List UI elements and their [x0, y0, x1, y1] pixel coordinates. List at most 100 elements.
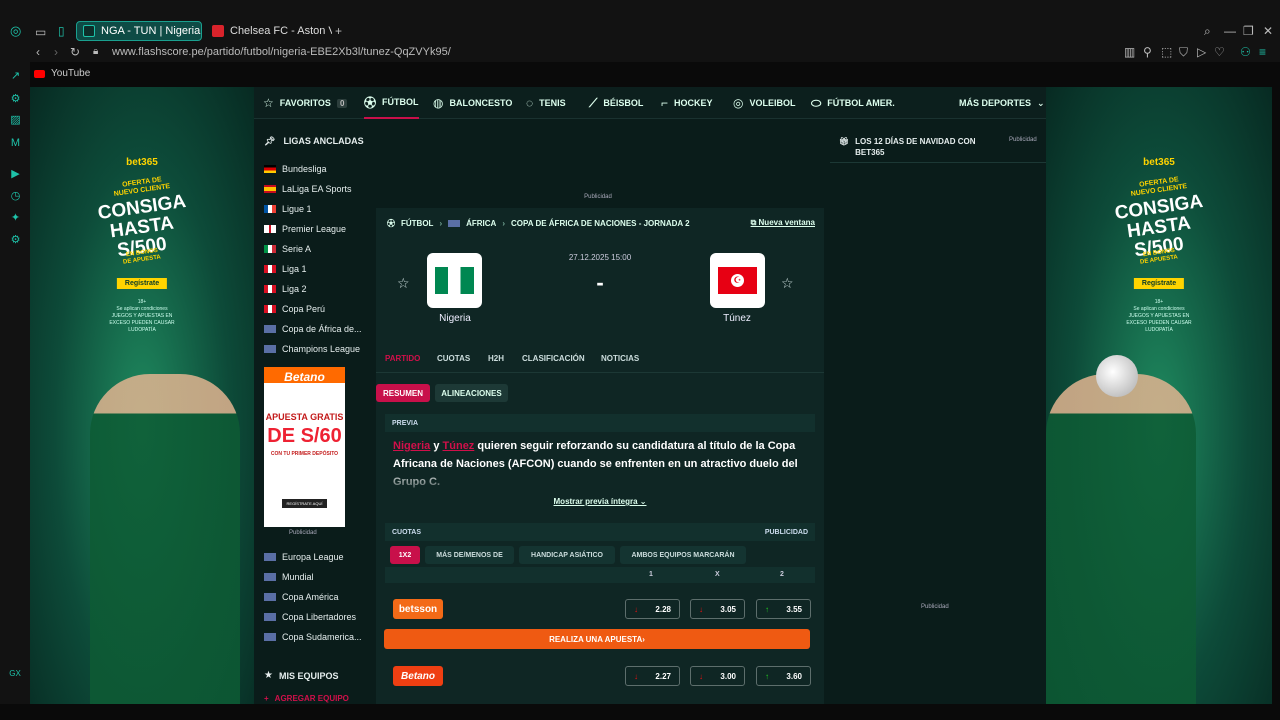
tab-cuotas[interactable]: CUOTAS [437, 354, 470, 363]
league-ligue-1[interactable]: Ligue 1 [264, 204, 312, 214]
odd-button[interactable]: ↓ 2.28 [625, 599, 680, 619]
nav-voleibol[interactable]: ◎ VOLEIBOL [733, 87, 796, 119]
odd-button[interactable]: ↑ 3.55 [756, 599, 811, 619]
nigeria-link[interactable]: Nigeria [393, 440, 430, 452]
nueva-ventana-link[interactable]: ⧉ Nueva ventana [751, 218, 815, 228]
restore-icon[interactable]: ❐ [1243, 25, 1254, 37]
history-icon[interactable]: ◷ [9, 190, 22, 203]
search-icon[interactable]: ⌕ [1204, 25, 1211, 37]
mostrar-previa-link[interactable]: Mostrar previa íntegra ⌄ [376, 497, 824, 506]
reader-icon[interactable]: ▥ [1124, 46, 1135, 58]
tab-workspace-icon[interactable]: ▭ [35, 26, 46, 38]
crumb-africa[interactable]: ÁFRICA [466, 219, 496, 228]
realiza-apuesta-button[interactable]: REALIZA UNA APUESTA › [384, 629, 810, 649]
league-copa-peru[interactable]: Copa Perú [264, 304, 325, 314]
settings-icon[interactable]: ⚙ [9, 234, 22, 247]
gx-cleaner-icon[interactable]: ▨ [9, 114, 22, 127]
register-button[interactable]: Regístrate [1133, 278, 1185, 289]
league-premier-league[interactable]: Premier League [264, 224, 346, 234]
tunez-logo[interactable]: ☪ [710, 253, 765, 308]
heart-icon[interactable]: ♡ [1214, 46, 1225, 58]
pin-icon[interactable]: ⚲ [1143, 46, 1152, 58]
league-label: Liga 2 [282, 284, 307, 294]
nav-mas-deportes[interactable]: MÁS DEPORTES ⌄ [959, 87, 1045, 119]
nav-baloncesto[interactable]: ◍ BALONCESTO [433, 87, 512, 119]
agregar-equipo-link[interactable]: + AGREGAR EQUIPO [264, 694, 349, 703]
betsson-logo[interactable]: betsson [393, 599, 443, 619]
tab-partido[interactable]: PARTIDO [385, 354, 420, 363]
league-copa-libertadores[interactable]: Copa Libertadores [264, 612, 356, 622]
tennis-icon: ◌ [526, 96, 534, 110]
extensions-icon[interactable]: ✦ [9, 212, 22, 225]
register-button[interactable]: Regístrate [116, 278, 168, 289]
odd-button[interactable]: ↓ 3.05 [690, 599, 745, 619]
league-serie-a[interactable]: Serie A [264, 244, 311, 254]
tab-noticias[interactable]: NOTICIAS [601, 354, 639, 363]
odd-button[interactable]: ↓ 3.00 [690, 666, 745, 686]
player-icon[interactable]: ▶ [9, 168, 22, 181]
league-bundesliga[interactable]: Bundesliga [264, 164, 327, 174]
favorite-away-star-icon[interactable]: ☆ [781, 275, 794, 292]
odds-tab-1x2[interactable]: 1X2 [390, 546, 420, 564]
france-flag-icon [264, 205, 276, 213]
speed-dial-icon[interactable]: ↗ [9, 70, 22, 83]
bet365-right-banner[interactable]: bet365 OFERTA DE NUEVO CLIENTE CONSIGA H… [1046, 87, 1272, 704]
tab-h2h[interactable]: H2H [488, 354, 504, 363]
nav-futbol-amer[interactable]: ⬭ FÚTBOL AMER. [811, 87, 895, 119]
league-label: Champions League [282, 344, 361, 354]
shield-icon[interactable]: ⛉ [1179, 46, 1188, 58]
subtab-alineaciones[interactable]: ALINEACIONES [435, 384, 508, 402]
crumb-futbol[interactable]: FÚTBOL [401, 219, 433, 228]
profile-icon[interactable]: ⚇ [1240, 46, 1251, 58]
player-icon[interactable]: ▷ [1197, 46, 1206, 58]
minimize-icon[interactable]: — [1224, 25, 1236, 37]
league-champions-league[interactable]: Champions League [264, 344, 360, 354]
bookmark-youtube[interactable]: YouTube [34, 68, 90, 79]
league-liga-1[interactable]: Liga 1 [264, 264, 307, 274]
promo-heading[interactable]: 🎁︎ LOS 12 DÍAS DE NAVIDAD CON BET365 [839, 136, 989, 158]
close-window-icon[interactable]: ✕ [1263, 25, 1273, 37]
tab-clasificacion[interactable]: CLASIFICACIÓN [522, 354, 585, 363]
back-icon[interactable]: ‹ [36, 46, 40, 58]
ad-register-button[interactable]: REGÍSTRATE AQUÍ [282, 499, 327, 508]
odds-tab-handicap[interactable]: HANDICAP ASIÁTICO [519, 546, 615, 564]
league-copa-america[interactable]: Copa América [264, 592, 339, 602]
nav-futbol[interactable]: ⚽︎ FÚTBOL [364, 87, 419, 119]
odd-value: 3.00 [720, 671, 736, 681]
home-team-name[interactable]: Nigeria [410, 313, 500, 324]
nav-hockey[interactable]: ⌐ HOCKEY [661, 87, 713, 119]
menu-icon[interactable]: ≡ [1259, 46, 1266, 58]
forward-icon[interactable]: › [54, 46, 58, 58]
promo-fine-print: 18+ Se aplican condiciones JUEGOS Y APUE… [1046, 299, 1272, 334]
messenger-icon[interactable]: M [9, 137, 22, 150]
nav-beisbol[interactable]: ⟋ BÉISBOL [589, 87, 643, 119]
league-copa-africa[interactable]: Copa de África de... [264, 324, 362, 334]
league-liga-2[interactable]: Liga 2 [264, 284, 307, 294]
league-europa-league[interactable]: Europa League [264, 552, 344, 562]
league-laliga[interactable]: LaLiga EA Sports [264, 184, 352, 194]
league-copa-sudamericana[interactable]: Copa Sudamerica... [264, 632, 362, 642]
reload-icon[interactable]: ↻ [70, 46, 80, 58]
bet365-left-banner[interactable]: bet365 OFERTA DE NUEVO CLIENTE CONSIGA H… [30, 87, 254, 704]
tab-nigeria-tunez[interactable]: NGA - TUN | Nigeria vs Tú [76, 21, 202, 41]
subtab-resumen[interactable]: RESUMEN [376, 384, 430, 402]
league-mundial[interactable]: Mundial [264, 572, 314, 582]
betano-ad[interactable]: Betano APUESTA GRATIS DE S/60 CON TU PRI… [264, 367, 345, 527]
nav-tenis[interactable]: ◌ TENIS [526, 87, 566, 119]
tunez-link[interactable]: Túnez [443, 440, 475, 452]
opera-gx-logo-icon[interactable]: ◎ [10, 24, 21, 37]
tab-chelsea-aston-villa[interactable]: Chelsea FC - Aston Villa F [206, 21, 332, 41]
nav-favoritos[interactable]: ☆ FAVORITOS 0 [263, 87, 348, 119]
address-bar[interactable]: www.flashscore.pe/partido/futbol/nigeria… [112, 46, 451, 58]
odd-button[interactable]: ↓ 2.27 [625, 666, 680, 686]
new-tab-plus-icon[interactable]: + [335, 25, 342, 37]
crumb-competition[interactable]: COPA DE ÁFRICA DE NACIONES - JORNADA 2 [511, 219, 690, 228]
odds-tab-mas-menos[interactable]: MÁS DE/MENOS DE [425, 546, 514, 564]
odds-tab-ambos-marcaran[interactable]: AMBOS EQUIPOS MARCARÁN [620, 546, 746, 564]
odd-button[interactable]: ↑ 3.60 [756, 666, 811, 686]
gx-control-icon[interactable]: ⚙ [9, 93, 22, 106]
away-team-name[interactable]: Túnez [692, 313, 782, 324]
tab-sidebar-icon[interactable]: ▯ [58, 25, 65, 37]
snapshot-icon[interactable]: ⬚ [1161, 46, 1172, 58]
betano-logo[interactable]: Betano [393, 666, 443, 686]
